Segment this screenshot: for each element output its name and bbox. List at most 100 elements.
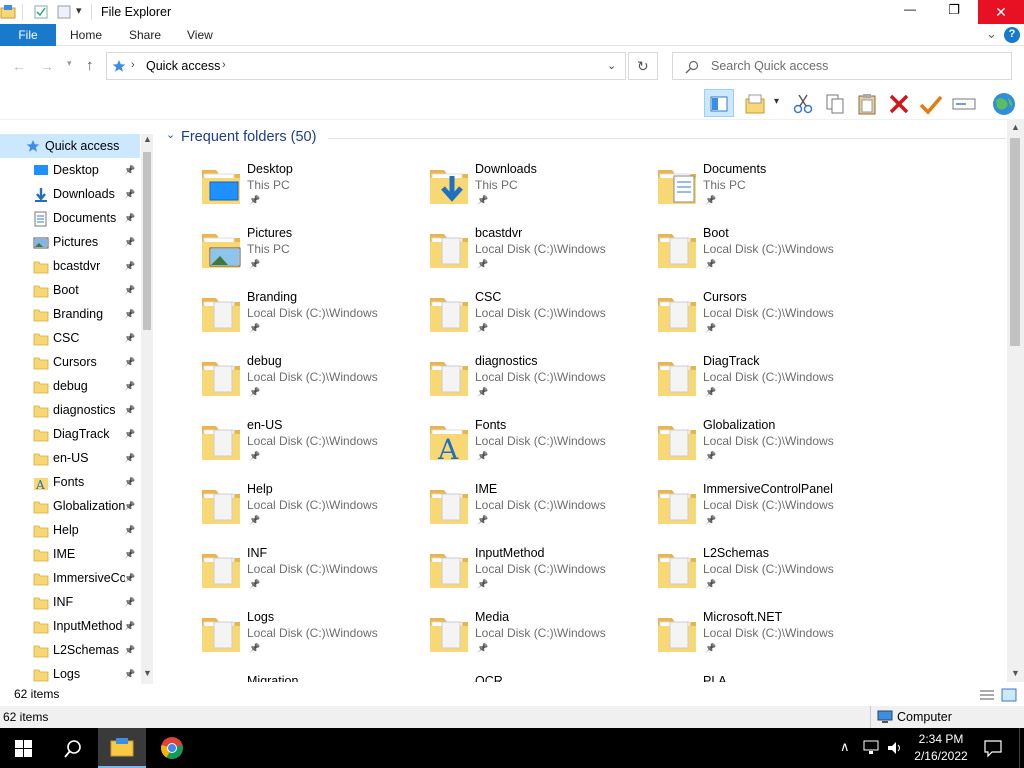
scroll-down-icon[interactable]: ▼: [143, 668, 152, 678]
back-arrow-icon[interactable]: ←: [12, 58, 26, 74]
file-explorer-app-icon[interactable]: [0, 3, 18, 21]
folder-tile[interactable]: bcastdvr Local Disk (C:)\Windows 📌: [388, 226, 608, 288]
details-view-icon[interactable]: [979, 688, 995, 702]
folder-tile[interactable]: Cursors Local Disk (C:)\Windows 📌: [616, 290, 836, 352]
minimize-button[interactable]: —: [900, 2, 920, 16]
search-icon[interactable]: [63, 739, 83, 759]
new-item-icon[interactable]: [744, 93, 768, 115]
taskbar-file-explorer-button[interactable]: [98, 728, 146, 768]
chrome-icon[interactable]: [160, 736, 184, 760]
breadcrumb[interactable]: Quick access: [146, 59, 220, 73]
network-icon[interactable]: [862, 740, 880, 756]
sidebar-item-debug[interactable]: debug 📌: [0, 374, 140, 398]
sidebar-item-globalization[interactable]: Globalization 📌: [0, 494, 140, 518]
folder-tile[interactable]: debug Local Disk (C:)\Windows 📌: [160, 354, 380, 416]
sidebar-item-boot[interactable]: Boot 📌: [0, 278, 140, 302]
show-hidden-icons-chevron-icon[interactable]: ∧: [840, 739, 850, 755]
sidebar-item-ime[interactable]: IME 📌: [0, 542, 140, 566]
tab-view[interactable]: View: [187, 24, 213, 46]
sidebar-item-cursors[interactable]: Cursors 📌: [0, 350, 140, 374]
action-center-icon[interactable]: [984, 740, 1002, 758]
folder-tile[interactable]: en-US Local Disk (C:)\Windows 📌: [160, 418, 380, 480]
checkmark-icon[interactable]: [919, 93, 943, 115]
up-arrow-icon[interactable]: ↑: [86, 57, 94, 74]
sidebar-item-pictures[interactable]: Pictures 📌: [0, 230, 140, 254]
folder-tile[interactable]: INF Local Disk (C:)\Windows 📌: [160, 546, 380, 608]
large-icons-view-icon[interactable]: [1001, 688, 1017, 702]
taskbar-time[interactable]: 2:34 PM: [912, 732, 970, 746]
maximize-button[interactable]: ❐: [944, 2, 964, 18]
search-box[interactable]: Search Quick access: [672, 52, 1012, 80]
volume-icon[interactable]: [886, 740, 904, 756]
sidebar-item-inf[interactable]: INF 📌: [0, 590, 140, 614]
sidebar-item-immersiveco[interactable]: ImmersiveCo 📌: [0, 566, 140, 590]
folder-tile[interactable]: CSC Local Disk (C:)\Windows 📌: [388, 290, 608, 352]
sidebar-item-help[interactable]: Help 📌: [0, 518, 140, 542]
folder-tile[interactable]: Help Local Disk (C:)\Windows 📌: [160, 482, 380, 544]
scroll-down-icon[interactable]: ▼: [1011, 668, 1020, 678]
new-folder-quick-icon[interactable]: [56, 4, 72, 20]
folder-tile[interactable]: Pictures This PC 📌: [160, 226, 380, 288]
sidebar-item-fonts[interactable]: A Fonts 📌: [0, 470, 140, 494]
help-button[interactable]: ?: [1004, 27, 1020, 43]
folder-tile[interactable]: OCR: [388, 674, 608, 682]
address-history-chevron-icon[interactable]: ⌄: [607, 59, 616, 72]
paste-icon[interactable]: [856, 93, 878, 115]
folder-tile[interactable]: diagnostics Local Disk (C:)\Windows 📌: [388, 354, 608, 416]
copy-icon[interactable]: [824, 93, 846, 115]
file-tab[interactable]: File: [0, 24, 56, 46]
sidebar-item-diagnostics[interactable]: diagnostics 📌: [0, 398, 140, 422]
cut-icon[interactable]: [792, 93, 814, 115]
recent-locations-chevron-icon[interactable]: ▾: [67, 58, 72, 69]
content-scroll-thumb[interactable]: [1010, 138, 1020, 346]
sidebar-scrollbar[interactable]: ▲ ▼: [141, 134, 153, 684]
sidebar-item-l2schemas[interactable]: L2Schemas 📌: [0, 638, 140, 662]
sidebar-item-bcastdvr[interactable]: bcastdvr 📌: [0, 254, 140, 278]
globe-network-icon[interactable]: [990, 91, 1018, 117]
tab-home[interactable]: Home: [70, 24, 102, 46]
sidebar-item-branding[interactable]: Branding 📌: [0, 302, 140, 326]
folder-tile[interactable]: Desktop This PC 📌: [160, 162, 380, 224]
sidebar-item-diagtrack[interactable]: DiagTrack 📌: [0, 422, 140, 446]
close-button[interactable]: ✕: [978, 0, 1024, 24]
address-bar[interactable]: › Quick access › ⌄: [106, 52, 626, 80]
customize-quick-access-dropdown-icon[interactable]: ▾: [76, 4, 82, 17]
folder-tile[interactable]: Branding Local Disk (C:)\Windows 📌: [160, 290, 380, 352]
folder-tile[interactable]: ImmersiveControlPanel Local Disk (C:)\Win…: [616, 482, 836, 544]
windows-start-icon[interactable]: [15, 740, 33, 758]
folder-tile[interactable]: PLA: [616, 674, 836, 682]
sidebar-item-en-us[interactable]: en-US 📌: [0, 446, 140, 470]
sidebar-item-quick-access[interactable]: Quick access: [0, 134, 140, 158]
collapse-chevron-icon[interactable]: ⌄: [166, 128, 175, 141]
folder-tile[interactable]: A Fonts Local Disk (C:)\Windows 📌: [388, 418, 608, 480]
sidebar-scroll-thumb[interactable]: [143, 152, 151, 330]
sidebar-item-documents[interactable]: Documents 📌: [0, 206, 140, 230]
delete-icon[interactable]: [888, 93, 910, 115]
sidebar-item-csc[interactable]: CSC 📌: [0, 326, 140, 350]
folder-tile[interactable]: Logs Local Disk (C:)\Windows 📌: [160, 610, 380, 672]
folder-tile[interactable]: L2Schemas Local Disk (C:)\Windows 📌: [616, 546, 836, 608]
show-desktop-button[interactable]: [1019, 728, 1024, 768]
scroll-up-icon[interactable]: ▲: [143, 134, 152, 144]
folder-tile[interactable]: Migration: [160, 674, 380, 682]
group-header[interactable]: ⌄ Frequent folders (50): [166, 128, 1006, 148]
folder-tile[interactable]: InputMethod Local Disk (C:)\Windows 📌: [388, 546, 608, 608]
rename-icon[interactable]: [952, 93, 976, 115]
properties-quick-icon[interactable]: [33, 4, 49, 20]
sidebar-item-downloads[interactable]: Downloads 📌: [0, 182, 140, 206]
folder-tile[interactable]: Microsoft.NET Local Disk (C:)\Windows 📌: [616, 610, 836, 672]
taskbar-date[interactable]: 2/16/2022: [908, 749, 974, 763]
breadcrumb-separator-icon[interactable]: ›: [222, 59, 226, 71]
preview-pane-button[interactable]: [704, 89, 734, 117]
folder-tile[interactable]: Boot Local Disk (C:)\Windows 📌: [616, 226, 836, 288]
scroll-up-icon[interactable]: ▲: [1011, 122, 1020, 132]
content-scrollbar[interactable]: ▲ ▼: [1007, 120, 1024, 682]
folder-tile[interactable]: Documents This PC 📌: [616, 162, 836, 224]
folder-tile[interactable]: DiagTrack Local Disk (C:)\Windows 📌: [616, 354, 836, 416]
search-input[interactable]: Search Quick access: [711, 59, 828, 73]
folder-tile[interactable]: Media Local Disk (C:)\Windows 📌: [388, 610, 608, 672]
sidebar-item-inputmethod[interactable]: InputMethod 📌: [0, 614, 140, 638]
new-item-dropdown-icon[interactable]: ▾: [774, 96, 779, 107]
folder-tile[interactable]: Globalization Local Disk (C:)\Windows 📌: [616, 418, 836, 480]
folder-tile[interactable]: Downloads This PC 📌: [388, 162, 608, 224]
